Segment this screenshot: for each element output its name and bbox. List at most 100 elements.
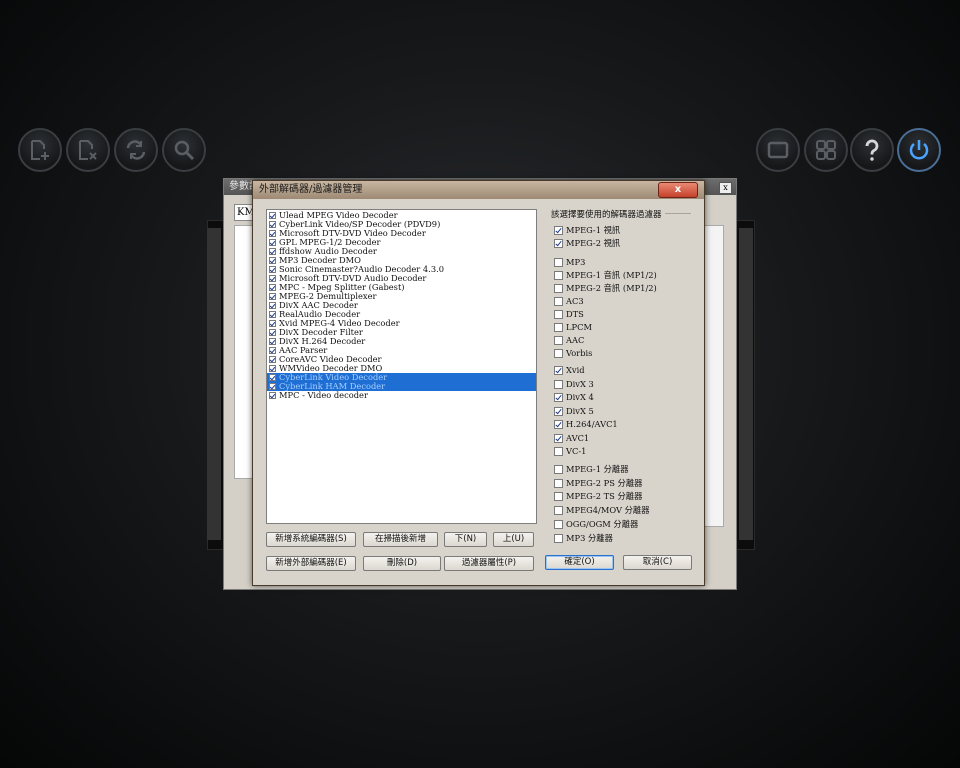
- filter-checkbox[interactable]: [269, 248, 276, 255]
- decoder-option[interactable]: DivX 3: [554, 379, 594, 390]
- decoder-option-checkbox[interactable]: [554, 520, 563, 529]
- power-button[interactable]: [897, 128, 941, 172]
- decoder-option[interactable]: MPEG-1 音訊 (MP1/2): [554, 270, 657, 281]
- decoder-option-checkbox[interactable]: [554, 407, 563, 416]
- move-down-button[interactable]: 下(N): [444, 532, 487, 547]
- decoder-option[interactable]: MP3: [554, 257, 585, 268]
- settings-close-button[interactable]: x: [719, 182, 732, 194]
- delete-button[interactable]: 刪除(D): [363, 556, 441, 571]
- decoder-option-checkbox[interactable]: [554, 239, 563, 248]
- decoder-option-checkbox[interactable]: [554, 506, 563, 515]
- decoder-option-checkbox[interactable]: [554, 349, 563, 358]
- decoder-option-label: MP3: [566, 257, 586, 267]
- decoder-option-label: MPEG-1 視訊: [566, 225, 621, 235]
- decoder-option-checkbox[interactable]: [554, 336, 563, 345]
- decoder-option-label: LPCM: [566, 322, 592, 332]
- decoder-option-checkbox[interactable]: [554, 492, 563, 501]
- decoder-option[interactable]: AVC1: [554, 433, 589, 444]
- player-left-edge: [207, 228, 221, 540]
- add-after-scan-button[interactable]: 在掃描後新增: [363, 532, 438, 547]
- filter-checkbox[interactable]: [269, 356, 276, 363]
- add-file-button[interactable]: [18, 128, 62, 172]
- decoder-option[interactable]: MPEG-2 TS 分離器: [554, 491, 642, 502]
- decoder-option[interactable]: DivX 4: [554, 392, 594, 403]
- filter-checkbox[interactable]: [269, 266, 276, 273]
- decoder-option[interactable]: Xvid: [554, 365, 585, 376]
- grid-button[interactable]: [804, 128, 848, 172]
- decoder-option[interactable]: MPEG-2 音訊 (MP1/2): [554, 283, 657, 294]
- decoder-option[interactable]: DTS: [554, 309, 584, 320]
- filter-checkbox[interactable]: [269, 311, 276, 318]
- cancel-button[interactable]: 取消(C): [623, 555, 692, 570]
- filter-properties-button[interactable]: 過濾器屬性(P): [444, 556, 534, 571]
- decoder-option-checkbox[interactable]: [554, 297, 563, 306]
- filter-checkbox[interactable]: [269, 212, 276, 219]
- decoder-option[interactable]: MPEG-2 PS 分離器: [554, 478, 642, 489]
- add-system-decoder-button[interactable]: 新增系統編碼器(S): [266, 532, 356, 547]
- decoder-option-label: AC3: [566, 296, 584, 306]
- filter-checkbox[interactable]: [269, 239, 276, 246]
- move-up-button[interactable]: 上(U): [493, 532, 534, 547]
- decoder-option-label: MPEG-2 音訊 (MP1/2): [566, 283, 657, 293]
- filter-checkbox[interactable]: [269, 365, 276, 372]
- decoder-option[interactable]: DivX 5: [554, 406, 594, 417]
- decoder-option-checkbox[interactable]: [554, 420, 563, 429]
- filter-list-item[interactable]: MPC - Video decoder: [267, 391, 536, 400]
- dialog-title: 外部解碼器/過濾器管理: [253, 181, 704, 199]
- filter-checkbox[interactable]: [269, 221, 276, 228]
- decoder-option-checkbox[interactable]: [554, 380, 563, 389]
- decoder-option-label: Xvid: [566, 365, 585, 375]
- decoder-option-checkbox[interactable]: [554, 465, 563, 474]
- filter-checkbox[interactable]: [269, 257, 276, 264]
- decoder-option-label: MPEG-2 視訊: [566, 238, 621, 248]
- decoder-option-checkbox[interactable]: [554, 323, 563, 332]
- decoder-option-checkbox[interactable]: [554, 534, 563, 543]
- power-icon: [909, 140, 929, 160]
- decoder-option-label: H.264/AVC1: [566, 419, 618, 429]
- decoder-option[interactable]: VC-1: [554, 446, 586, 457]
- decoder-option[interactable]: H.264/AVC1: [554, 419, 618, 430]
- decoder-option-checkbox[interactable]: [554, 447, 563, 456]
- decoder-option[interactable]: MP3 分離器: [554, 533, 613, 544]
- decoder-option-checkbox[interactable]: [554, 226, 563, 235]
- decoder-option-label: MPEG-2 TS 分離器: [566, 491, 643, 501]
- filter-checkbox[interactable]: [269, 392, 276, 399]
- close-button[interactable]: x: [658, 182, 698, 198]
- ok-button[interactable]: 確定(O): [545, 555, 614, 570]
- filter-checkbox[interactable]: [269, 347, 276, 354]
- add-external-decoder-button[interactable]: 新增外部編碼器(E): [266, 556, 356, 571]
- decoder-option-checkbox[interactable]: [554, 284, 563, 293]
- search-button[interactable]: [162, 128, 206, 172]
- decoder-option-checkbox[interactable]: [554, 310, 563, 319]
- decoder-option-checkbox[interactable]: [554, 479, 563, 488]
- filter-checkbox[interactable]: [269, 374, 276, 381]
- decoder-option[interactable]: MPEG-2 視訊: [554, 238, 620, 249]
- decoder-option[interactable]: AC3: [554, 296, 584, 307]
- decoder-option[interactable]: OGG/OGM 分離器: [554, 519, 638, 530]
- decoder-option[interactable]: LPCM: [554, 322, 592, 333]
- filter-list[interactable]: Ulead MPEG Video Decoder CyberLink Video/…: [266, 209, 537, 524]
- decoder-option-checkbox[interactable]: [554, 258, 563, 267]
- filter-checkbox[interactable]: [269, 320, 276, 327]
- filter-checkbox[interactable]: [269, 383, 276, 390]
- remove-file-button[interactable]: [66, 128, 110, 172]
- repeat-button[interactable]: [114, 128, 158, 172]
- filter-checkbox[interactable]: [269, 302, 276, 309]
- decoder-option-checkbox[interactable]: [554, 434, 563, 443]
- filter-checkbox[interactable]: [269, 284, 276, 291]
- decoder-option[interactable]: AAC: [554, 335, 584, 346]
- filter-checkbox[interactable]: [269, 329, 276, 336]
- filter-checkbox[interactable]: [269, 275, 276, 282]
- decoder-option[interactable]: Vorbis: [554, 348, 592, 359]
- screen-button[interactable]: [756, 128, 800, 172]
- decoder-option-checkbox[interactable]: [554, 366, 563, 375]
- help-button[interactable]: [850, 128, 894, 172]
- decoder-option[interactable]: MPEG-1 分離器: [554, 464, 629, 475]
- filter-checkbox[interactable]: [269, 338, 276, 345]
- filter-checkbox[interactable]: [269, 293, 276, 300]
- decoder-option[interactable]: MPEG-1 視訊: [554, 225, 620, 236]
- filter-checkbox[interactable]: [269, 230, 276, 237]
- decoder-option[interactable]: MPEG4/MOV 分離器: [554, 505, 650, 516]
- decoder-option-checkbox[interactable]: [554, 271, 563, 280]
- decoder-option-checkbox[interactable]: [554, 393, 563, 402]
